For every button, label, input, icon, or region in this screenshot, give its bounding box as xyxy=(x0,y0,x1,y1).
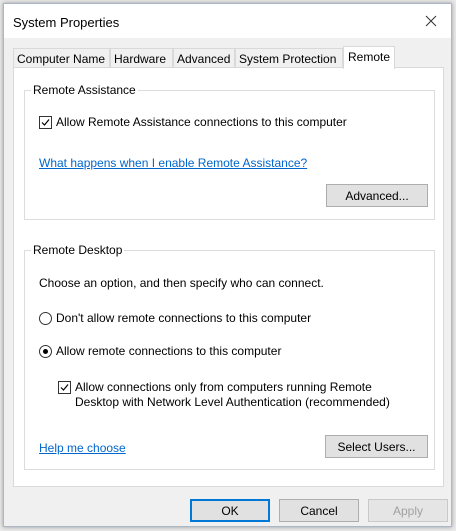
cancel-button[interactable]: Cancel xyxy=(279,499,359,522)
window-title: System Properties xyxy=(13,15,120,30)
help-me-choose-link[interactable]: Help me choose xyxy=(39,441,126,455)
nla-checkbox[interactable] xyxy=(58,381,71,394)
remote-desktop-title: Remote Desktop xyxy=(31,243,125,257)
ok-button[interactable]: OK xyxy=(190,499,270,522)
tab-system-protection[interactable]: System Protection xyxy=(235,48,343,68)
remote-assistance-group: Remote Assistance Allow Remote Assistanc… xyxy=(24,83,435,220)
nla-label-line1: Allow connections only from computers ru… xyxy=(75,380,372,394)
tab-remote[interactable]: Remote xyxy=(343,46,395,69)
title-bar: System Properties xyxy=(4,4,451,38)
select-users-button[interactable]: Select Users... xyxy=(325,435,428,458)
checkmark-icon xyxy=(60,384,69,391)
close-icon xyxy=(425,15,437,27)
tab-computer-name[interactable]: Computer Name xyxy=(13,48,110,68)
allow-remote-label: Allow remote connections to this compute… xyxy=(56,344,282,358)
remote-desktop-group: Remote Desktop Choose an option, and the… xyxy=(24,243,435,470)
nla-label-line2: Desktop with Network Level Authenticatio… xyxy=(75,395,390,409)
apply-button[interactable]: Apply xyxy=(368,499,448,522)
allow-remote-assistance-label: Allow Remote Assistance connections to t… xyxy=(56,115,347,129)
remote-assistance-help-link[interactable]: What happens when I enable Remote Assist… xyxy=(39,156,307,170)
remote-assistance-title: Remote Assistance xyxy=(31,83,138,97)
dont-allow-label: Don't allow remote connections to this c… xyxy=(56,311,312,325)
system-properties-dialog: System Properties Computer Name Hardware… xyxy=(3,3,452,527)
radio-selected-dot xyxy=(43,349,48,354)
remote-tab-panel: Remote Assistance Allow Remote Assistanc… xyxy=(13,67,444,487)
dont-allow-radio[interactable] xyxy=(39,312,52,325)
advanced-button[interactable]: Advanced... xyxy=(326,184,428,207)
checkmark-icon xyxy=(41,119,50,126)
remote-desktop-instruction: Choose an option, and then specify who c… xyxy=(39,276,324,290)
tab-advanced[interactable]: Advanced xyxy=(173,48,235,68)
tab-hardware[interactable]: Hardware xyxy=(110,48,173,68)
close-button[interactable] xyxy=(411,4,451,38)
allow-remote-radio[interactable] xyxy=(39,345,52,358)
allow-remote-assistance-checkbox[interactable] xyxy=(39,116,52,129)
